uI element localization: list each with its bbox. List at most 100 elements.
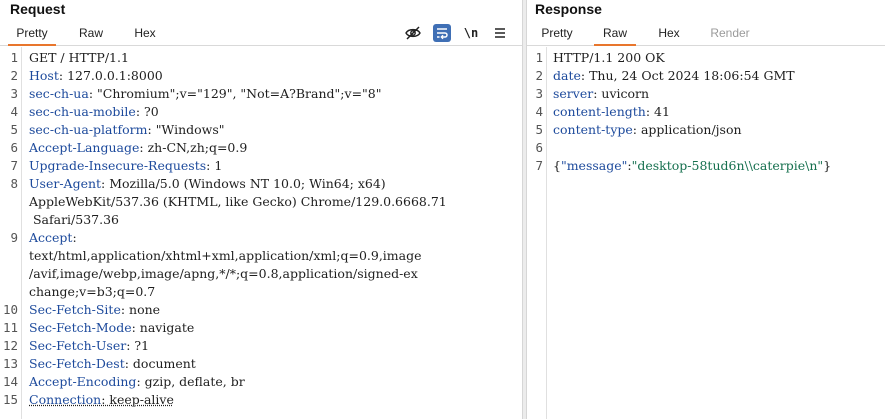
json-body-line: {"message":"desktop-58tud6n\\caterpie\n"… [553,157,831,175]
header-line: Accept: [29,230,77,245]
header-line: Accept-Language: zh-CN,zh;q=0.9 [29,140,248,155]
header-line: date: Thu, 24 Oct 2024 18:06:54 GMT [553,68,795,83]
request-tab-raw[interactable]: Raw [70,22,112,46]
request-tab-pretty[interactable]: Pretty [8,22,56,46]
header-value: "Chromium";v="129", "Not=A?Brand";v="8" [97,86,382,101]
header-name: content-length [553,104,646,119]
header-line: content-length: 41 [553,104,670,119]
header-line: Accept-Encoding: gzip, deflate, br [29,374,245,389]
header-name: Sec-Fetch-User [29,338,127,353]
request-pane: Request Pretty Raw Hex \n 1 2 3 4 5 6 7 … [0,0,522,419]
line-number: 4 [10,104,18,119]
header-name: Accept [29,230,73,245]
header-name: Sec-Fetch-Site [29,302,121,317]
line-number: 5 [535,122,543,137]
header-line: sec-ch-ua-platform: "Windows" [29,122,225,137]
response-tab-pretty[interactable]: Pretty [533,22,581,46]
header-name: Sec-Fetch-Dest [29,356,125,371]
header-value: navigate [139,320,195,335]
line-number: 4 [535,104,543,119]
header-line: Upgrade-Insecure-Requests: 1 [29,158,223,173]
response-title: Response [535,1,602,17]
header-continuation: /avif,image/webp,image/apng,*/*;q=0.8,ap… [29,266,418,281]
header-name: content-type [553,122,633,137]
header-line: Sec-Fetch-Site: none [29,302,161,317]
header-line: Sec-Fetch-Mode: navigate [29,320,195,335]
line-number: 15 [2,392,18,407]
line-number: 8 [10,176,18,191]
header-value: uvicorn [601,86,650,101]
header-line: Connection: keep-alive [29,392,174,407]
request-line: GET / HTTP/1.1 [29,49,129,67]
header-line: Sec-Fetch-Dest: document [29,356,196,371]
header-name: Accept-Encoding [29,374,137,389]
header-value: Thu, 24 Oct 2024 18:06:54 GMT [589,68,795,83]
request-title: Request [10,1,66,17]
line-number: 13 [2,356,18,371]
header-value: Mozilla/5.0 (Windows NT 10.0; Win64; x64… [109,176,386,191]
line-number: 10 [2,302,18,317]
header-value: 1 [214,158,223,173]
response-tabs: Pretty Raw Hex Render [527,22,885,46]
response-tab-render[interactable]: Render [702,22,758,46]
header-value: 127.0.0.1:8000 [67,68,163,83]
response-pane: Response Pretty Raw Hex Render 1 2 3 4 5… [527,0,885,419]
header-continuation: text/html,application/xhtml+xml,applicat… [29,248,422,263]
request-editor[interactable]: 1 2 3 4 5 6 7 8 9 10 11 12 13 14 15 GET … [0,47,522,419]
header-name: Connection [29,392,102,407]
line-number: 12 [2,338,18,353]
line-number: 3 [10,86,18,101]
json-open-brace: { [553,158,561,173]
header-continuation: change;v=b3;q=0.7 [29,284,156,299]
newline-toggle-icon[interactable]: \n [462,24,480,42]
header-line: content-type: application/json [553,122,742,137]
json-value: "desktop-58tud6n\\caterpie\n" [631,158,824,173]
header-line: server: uvicorn [553,86,650,101]
line-number: 6 [535,140,543,155]
line-number: 5 [10,122,18,137]
line-number: 14 [2,374,18,389]
header-line: sec-ch-ua: "Chromium";v="129", "Not=A?Br… [29,86,382,101]
header-name: sec-ch-ua [29,86,89,101]
header-name: Accept-Language [29,140,140,155]
json-close-brace: } [823,158,832,173]
header-line: User-Agent: Mozilla/5.0 (Windows NT 10.0… [29,176,386,191]
header-continuation: AppleWebKit/537.36 (KHTML, like Gecko) C… [29,194,447,209]
json-key: "message" [560,158,628,173]
eye-slash-icon[interactable] [404,24,422,42]
response-tab-raw[interactable]: Raw [594,22,636,46]
header-value: ?1 [134,338,150,353]
header-value: zh-CN,zh;q=0.9 [147,140,248,155]
header-name: date [553,68,581,83]
line-number: 7 [535,158,543,173]
line-number: 1 [10,50,18,65]
request-line-text: GET / HTTP/1.1 [29,50,129,65]
header-value: document [132,356,196,371]
header-line: sec-ch-ua-mobile: ?0 [29,104,159,119]
header-value: ?0 [144,104,159,119]
word-wrap-icon[interactable] [433,24,451,42]
header-line: Sec-Fetch-User: ?1 [29,338,150,353]
header-line: Host: 127.0.0.1:8000 [29,68,163,83]
status-line: HTTP/1.1 200 OK [553,50,665,65]
line-number: 11 [2,320,18,335]
header-name: Upgrade-Insecure-Requests [29,158,207,173]
response-editor[interactable]: 1 2 3 4 5 6 7 HTTP/1.1 200 OK date: Thu,… [527,47,885,419]
header-name: server [553,86,594,101]
header-continuation: Safari/537.36 [29,212,119,227]
line-number: 9 [10,230,18,245]
request-tab-hex[interactable]: Hex [124,22,166,46]
response-tab-hex[interactable]: Hex [648,22,690,46]
header-name: User-Agent [29,176,102,191]
hamburger-menu-icon[interactable] [491,24,509,42]
header-value: application/json [640,122,742,137]
header-value: 41 [654,104,670,119]
header-value: gzip, deflate, br [144,374,245,389]
header-name: Sec-Fetch-Mode [29,320,132,335]
line-number: 2 [535,68,543,83]
header-value: keep-alive [109,392,174,407]
header-name: sec-ch-ua-mobile [29,104,136,119]
header-name: Host [29,68,59,83]
response-line-gutter: 1 2 3 4 5 6 7 [527,47,547,419]
header-value: "Windows" [155,122,225,137]
